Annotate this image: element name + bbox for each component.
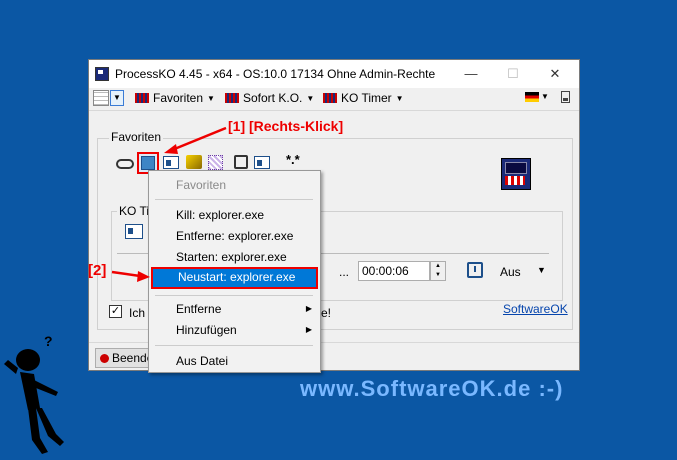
menu-item-start[interactable]: Starten: explorer.exe xyxy=(149,247,320,267)
window-icon[interactable] xyxy=(254,156,270,169)
time-input[interactable]: 00:00:06 xyxy=(358,261,430,281)
menu-sofort-ko[interactable]: Sofort K.O. ▼ xyxy=(225,91,314,105)
window-icon[interactable] xyxy=(163,156,179,169)
thinking-figure-icon: ? xyxy=(4,333,64,454)
clean-icon[interactable] xyxy=(186,155,202,169)
menu-separator xyxy=(155,345,313,346)
checkbox-label-tail: e! xyxy=(321,306,332,320)
browse-button[interactable]: ... xyxy=(337,262,351,282)
wildcard-label[interactable]: *.* xyxy=(286,152,300,167)
app-icon xyxy=(95,67,109,81)
chevron-right-icon: ▶ xyxy=(305,304,312,313)
ko-icon xyxy=(135,93,149,103)
pattern-icon[interactable] xyxy=(208,155,223,170)
menu-ko-timer[interactable]: KO Timer ▼ xyxy=(323,91,404,105)
menu-item-from-file[interactable]: Aus Datei xyxy=(149,351,320,371)
submenu-add[interactable]: Hinzufügen ▶ xyxy=(149,320,320,340)
german-flag-icon[interactable] xyxy=(525,92,539,102)
title-bar: ProcessKO 4.45 - x64 - OS:10.0 17134 Ohn… xyxy=(89,60,579,88)
chevron-down-icon[interactable]: ▼ xyxy=(537,265,546,275)
chevron-right-icon: ▶ xyxy=(305,325,312,334)
submenu-remove[interactable]: Entferne ▶ xyxy=(149,299,320,319)
clock-icon[interactable] xyxy=(467,262,483,278)
link-icon[interactable] xyxy=(116,159,134,169)
favorites-group-label: Favoriten xyxy=(109,130,164,144)
timer-icon[interactable] xyxy=(234,155,248,169)
time-spinner[interactable]: ▲ ▼ xyxy=(430,261,446,281)
window-title: ProcessKO 4.45 - x64 - OS:10.0 17134 Ohn… xyxy=(115,67,436,81)
context-menu: Favoriten Kill: explorer.exe Entferne: e… xyxy=(148,170,321,373)
ko-icon xyxy=(225,93,239,103)
tray-icon[interactable] xyxy=(561,91,570,103)
mode-select[interactable]: Aus xyxy=(500,265,521,279)
toolbar: ▼ Favoriten ▼ Sofort K.O. ▼ KO Timer ▼ ▼ xyxy=(89,88,579,111)
menu-item-remove-explorer[interactable]: Entferne: explorer.exe xyxy=(149,226,320,246)
menu-favoriten[interactable]: Favoriten ▼ xyxy=(135,91,215,105)
website-watermark: www.SoftwareOK.de :-) xyxy=(300,376,564,401)
grid-icon[interactable] xyxy=(93,90,109,106)
menu-separator xyxy=(155,199,313,200)
maximize-button[interactable]: ☐ xyxy=(493,64,533,84)
chevron-down-icon[interactable]: ▼ xyxy=(110,90,124,106)
ko-timer-label: KO Ti xyxy=(117,204,152,218)
ko-icon xyxy=(323,93,337,103)
softwareok-link[interactable]: SoftwareOK xyxy=(503,302,568,316)
language-dropdown[interactable]: ▼ xyxy=(541,92,549,101)
power-icon xyxy=(100,354,109,363)
menu-separator xyxy=(155,295,313,296)
menu-item-restart[interactable]: Neustart: explorer.exe xyxy=(151,267,318,289)
close-button[interactable]: ✕ xyxy=(535,64,575,84)
end-button[interactable]: Beende xyxy=(95,348,153,368)
save-icon[interactable] xyxy=(141,156,155,170)
checkbox[interactable]: ✓ xyxy=(109,305,122,318)
minimize-button[interactable]: — xyxy=(451,64,491,84)
annotation-step-2: [2] xyxy=(88,262,107,279)
annotation-right-click: [1] [Rechts-Klick] xyxy=(228,118,344,134)
processko-logo-icon xyxy=(501,158,531,190)
svg-text:?: ? xyxy=(44,333,53,349)
checkbox-label: Ich xyxy=(129,306,146,320)
menu-item-kill[interactable]: Kill: explorer.exe xyxy=(149,205,320,225)
menu-header: Favoriten xyxy=(176,178,227,192)
window-icon[interactable] xyxy=(125,224,143,239)
